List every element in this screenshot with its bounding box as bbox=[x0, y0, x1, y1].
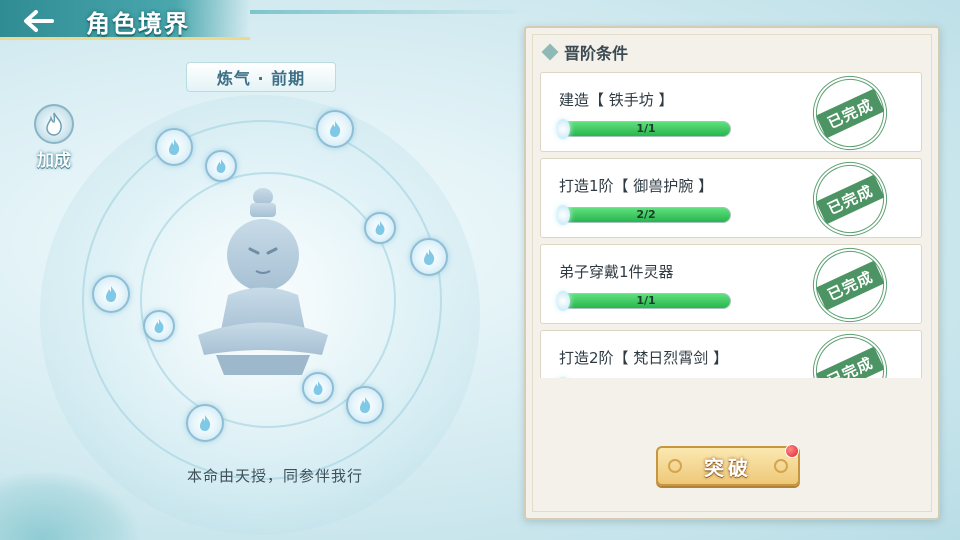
condition-title: 弟子穿戴1件灵器 bbox=[559, 263, 674, 281]
gem-icon bbox=[556, 205, 570, 225]
meditating-figure bbox=[198, 188, 328, 375]
progress-text: 1/1 bbox=[636, 294, 656, 307]
stamp-text: 已完成 bbox=[815, 174, 885, 224]
back-button[interactable] bbox=[18, 6, 60, 36]
spirit-node[interactable] bbox=[346, 386, 384, 424]
spirit-node[interactable] bbox=[302, 372, 334, 404]
top-header: 角色境界 bbox=[0, 0, 250, 40]
spirit-flame-icon bbox=[375, 221, 385, 235]
condition-card: 打造2阶【 梵日烈霄剑 】 已完成 bbox=[540, 321, 922, 378]
motto-text: 本命由天授，同参伴我行 bbox=[186, 467, 363, 485]
progress-text: 2/2 bbox=[636, 208, 656, 221]
spirit-node[interactable] bbox=[155, 128, 193, 166]
panel-title-text: 晋阶条件 bbox=[564, 44, 629, 63]
breakthrough-button[interactable]: 突破 bbox=[656, 446, 800, 486]
spirit-node[interactable] bbox=[92, 275, 130, 313]
spirit-node[interactable] bbox=[410, 238, 448, 276]
completed-stamp: 已完成 bbox=[800, 72, 900, 163]
realm-name-plate: 炼气 · 前期 bbox=[186, 62, 336, 92]
stamp-text: 已完成 bbox=[815, 88, 885, 138]
spirit-flame-icon bbox=[360, 397, 371, 413]
spirit-flame-icon bbox=[313, 381, 323, 395]
stamp-text: 已完成 bbox=[815, 260, 885, 310]
completed-stamp: 已完成 bbox=[800, 235, 900, 335]
gem-icon bbox=[556, 119, 570, 139]
gem-icon bbox=[556, 291, 570, 311]
back-arrow-icon bbox=[24, 10, 54, 32]
panel-title: 晋阶条件 bbox=[541, 40, 629, 64]
bonus-button[interactable]: 加成 bbox=[28, 104, 80, 176]
condition-card: 打造1阶【 御兽护腕 】 2/2 已完成 bbox=[540, 149, 922, 249]
spirit-flame-icon bbox=[169, 139, 180, 155]
spirit-flame-icon bbox=[330, 121, 341, 137]
condition-title: 打造2阶【 梵日烈霄剑 】 bbox=[559, 349, 729, 367]
spirit-flame-icon bbox=[106, 286, 117, 302]
bonus-label: 加成 bbox=[37, 151, 71, 171]
button-ornament-right bbox=[774, 459, 788, 473]
progress-bar: 2/2 bbox=[561, 207, 731, 223]
completed-stamp: 已完成 bbox=[800, 149, 900, 249]
spirit-node[interactable] bbox=[205, 150, 237, 182]
spirit-node[interactable] bbox=[364, 212, 396, 244]
spirit-flame-icon bbox=[200, 415, 211, 431]
condition-card: 弟子穿戴1件灵器 1/1 已完成 bbox=[540, 235, 922, 335]
spirit-node[interactable] bbox=[316, 110, 354, 148]
page-title: 角色境界 bbox=[86, 10, 190, 38]
breakthrough-label: 突破 bbox=[704, 455, 752, 480]
progress-bar: 1/1 bbox=[561, 121, 731, 137]
condition-card: 建造【 铁手坊 】 1/1 已完成 bbox=[540, 72, 922, 163]
notification-dot bbox=[785, 444, 799, 458]
stamp-text: 已完成 bbox=[815, 346, 885, 378]
progress-text: 1/1 bbox=[636, 122, 656, 135]
spirit-flame-icon bbox=[216, 159, 226, 173]
spirit-node[interactable] bbox=[143, 310, 175, 342]
completed-stamp: 已完成 bbox=[800, 321, 900, 378]
spirit-node[interactable] bbox=[186, 404, 224, 442]
diamond-icon bbox=[541, 43, 559, 61]
button-ornament-left bbox=[668, 459, 682, 473]
flame-icon bbox=[34, 104, 74, 144]
header-decoration bbox=[250, 10, 530, 14]
gem-icon bbox=[556, 377, 570, 378]
condition-title: 打造1阶【 御兽护腕 】 bbox=[559, 177, 714, 195]
conditions-list[interactable]: 建造【 铁手坊 】 1/1 已完成 打造1阶【 御兽护腕 】 2/2 已完成 弟… bbox=[540, 72, 922, 378]
spirit-flame-icon bbox=[154, 319, 164, 333]
progress-bar: 1/1 bbox=[561, 293, 731, 309]
condition-title: 建造【 铁手坊 】 bbox=[559, 91, 674, 109]
spirit-flame-icon bbox=[424, 249, 435, 265]
